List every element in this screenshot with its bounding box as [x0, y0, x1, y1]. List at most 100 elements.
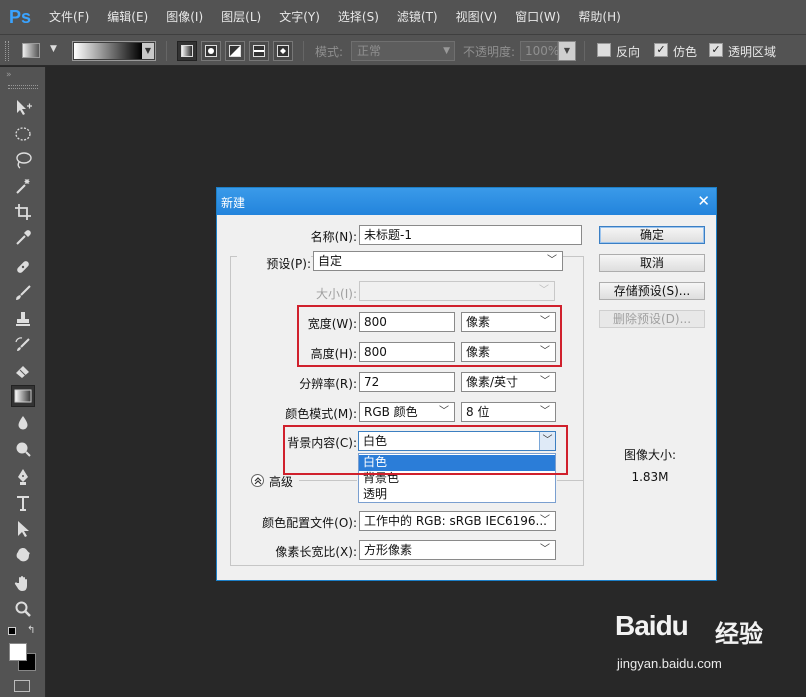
preset-value: 自定 — [318, 254, 343, 268]
bit-depth-select[interactable]: 8 位 ﹀ — [461, 402, 556, 422]
gradient-tool[interactable] — [11, 385, 35, 407]
dodge-tool[interactable] — [11, 438, 35, 460]
menu-edit[interactable]: 编辑(E) — [98, 0, 157, 34]
elliptical-marquee-icon — [15, 127, 31, 141]
options-bar: ▼ ▼ 模式: 正常 ▼ 不透明度: 100% ▼ 反向 ✓ 仿色 ✓ 透明区域 — [0, 34, 806, 66]
foreground-color-swatch[interactable] — [9, 643, 27, 661]
name-input[interactable]: 未标题-1 — [359, 225, 582, 245]
chevron-down-icon[interactable]: ▼ — [142, 43, 154, 59]
bit-depth-value: 8 位 — [466, 405, 490, 419]
radial-gradient-icon — [205, 45, 217, 57]
menu-select[interactable]: 选择(S) — [329, 0, 388, 34]
brush-tool[interactable] — [11, 282, 35, 304]
menu-image[interactable]: 图像(I) — [157, 0, 212, 34]
lasso-icon — [16, 152, 32, 169]
swap-colors-icon[interactable]: ↰ — [27, 625, 35, 636]
menu-type[interactable]: 文字(Y) — [270, 0, 329, 34]
magic-wand-tool[interactable] — [11, 175, 35, 197]
size-select[interactable]: ﹀ — [359, 281, 555, 301]
history-brush-tool[interactable] — [11, 334, 35, 356]
cancel-button[interactable]: 取消 — [599, 254, 705, 272]
chevron-up-double-icon — [254, 476, 261, 484]
reflected-gradient-button[interactable] — [249, 41, 269, 61]
delete-preset-button[interactable]: 删除预设(D)... — [599, 310, 705, 328]
panel-grip[interactable] — [8, 85, 38, 89]
color-mode-select[interactable]: RGB 颜色 ﹀ — [359, 402, 455, 422]
move-tool[interactable] — [11, 96, 35, 118]
stamp-tool[interactable] — [11, 308, 35, 330]
gradient-picker[interactable]: ▼ — [72, 41, 156, 61]
menu-file[interactable]: 文件(F) — [40, 0, 98, 34]
pixel-aspect-label: 像素长宽比(X): — [275, 545, 357, 559]
collapse-panel-icon[interactable]: » — [6, 70, 12, 80]
dither-checkbox[interactable]: ✓ — [654, 43, 668, 57]
shape-tool[interactable] — [11, 544, 35, 566]
reverse-checkbox[interactable] — [597, 43, 611, 57]
diamond-gradient-button[interactable] — [273, 41, 293, 61]
color-profile-select[interactable]: 工作中的 RGB: sRGB IEC6196... ﹀ — [359, 511, 556, 531]
transparency-checkbox[interactable]: ✓ — [709, 43, 723, 57]
lasso-tool[interactable] — [11, 149, 35, 171]
resolution-unit-select[interactable]: 像素/英寸 ﹀ — [461, 372, 556, 392]
opacity-input[interactable]: 100% — [520, 41, 559, 61]
brush-icon — [16, 285, 31, 300]
preset-select[interactable]: 自定 ﹀ — [313, 251, 563, 271]
highlight-background-contents — [283, 425, 568, 475]
type-icon — [17, 496, 29, 511]
close-icon[interactable]: ✕ — [697, 192, 710, 210]
eyedropper-tool[interactable] — [11, 227, 35, 249]
menu-view[interactable]: 视图(V) — [447, 0, 507, 34]
gradient-preview[interactable] — [74, 43, 142, 59]
dialog-title-bar[interactable]: 新建 ✕ — [217, 188, 716, 215]
menu-filter[interactable]: 滤镜(T) — [388, 0, 447, 34]
color-mode-value: RGB 颜色 — [364, 405, 418, 419]
move-icon — [17, 100, 32, 115]
resolution-input[interactable]: 72 — [359, 372, 455, 392]
hand-tool[interactable] — [11, 572, 35, 594]
water-drop-icon — [18, 416, 28, 430]
radial-gradient-button[interactable] — [201, 41, 221, 61]
diamond-gradient-icon — [277, 45, 289, 57]
blur-tool[interactable] — [11, 412, 35, 434]
linear-gradient-button[interactable] — [177, 41, 197, 61]
path-select-tool[interactable] — [11, 518, 35, 540]
stamp-icon — [16, 312, 30, 326]
angle-gradient-button[interactable] — [225, 41, 245, 61]
type-tool[interactable] — [11, 492, 35, 514]
dither-label: 仿色 — [673, 45, 698, 59]
chevron-down-icon: ﹀ — [540, 544, 550, 555]
photoshop-logo: Ps — [8, 6, 32, 27]
mode-select[interactable]: 正常 ▼ — [351, 41, 455, 61]
dropdown-option[interactable]: 透明 — [359, 487, 555, 503]
mode-value: 正常 — [357, 44, 382, 58]
divider — [303, 41, 304, 61]
image-size-label: 图像大小: — [623, 448, 677, 462]
resolution-label: 分辨率(R): — [299, 377, 357, 391]
healing-tool[interactable] — [11, 256, 35, 278]
new-document-dialog: 新建 ✕ 名称(N): 未标题-1 预设(P): 自定 ﹀ 大小(I): ﹀ 宽… — [216, 187, 717, 581]
crop-tool[interactable] — [11, 201, 35, 223]
opacity-dropdown-button[interactable]: ▼ — [558, 41, 576, 61]
zoom-tool[interactable] — [11, 598, 35, 620]
color-profile-label: 颜色配置文件(O): — [262, 516, 357, 530]
advanced-toggle-button[interactable] — [251, 474, 264, 487]
highlight-width-height — [297, 305, 562, 367]
pen-tool[interactable] — [11, 466, 35, 488]
menu-window[interactable]: 窗口(W) — [506, 0, 569, 34]
watermark-logo: Baidu — [615, 610, 689, 641]
menu-layer[interactable]: 图层(L) — [212, 0, 270, 34]
watermark-url: jingyan.baidu.com — [617, 656, 722, 671]
dialog-title: 新建 — [221, 196, 246, 210]
ok-button[interactable]: 确定 — [599, 226, 705, 244]
chevron-down-icon: ▼ — [443, 46, 450, 56]
save-preset-button[interactable]: 存储预设(S)... — [599, 282, 705, 300]
default-colors-icon[interactable] — [8, 627, 16, 635]
menu-help[interactable]: 帮助(H) — [569, 0, 629, 34]
options-bar-grip[interactable] — [5, 41, 9, 61]
tool-preset-picker[interactable]: ▼ — [22, 41, 68, 61]
quick-mask-icon[interactable] — [14, 680, 30, 692]
pixel-aspect-select[interactable]: 方形像素 ﹀ — [359, 540, 556, 560]
chevron-down-icon: ﹀ — [547, 255, 557, 266]
eraser-tool[interactable] — [11, 359, 35, 381]
marquee-tool[interactable] — [11, 123, 35, 145]
